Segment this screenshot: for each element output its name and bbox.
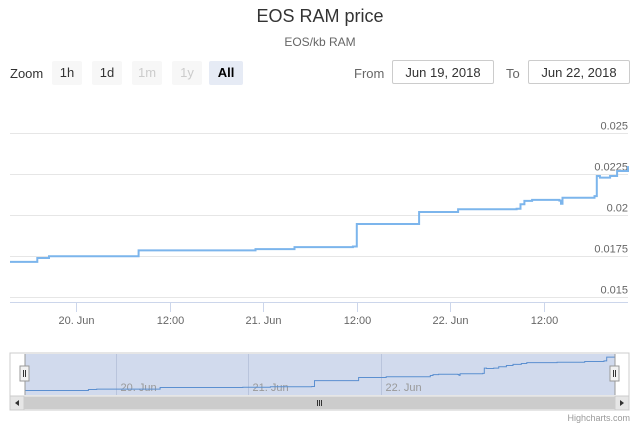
y-tick-label: 0.025 xyxy=(600,121,628,133)
chart-area: 0.0150.01750.020.02250.025 20. Jun 12:00 2… xyxy=(9,121,630,411)
y-tick-label: 0.02 xyxy=(607,203,628,215)
y-axis-ticks: 0.0150.01750.020.02250.025 xyxy=(594,121,628,297)
x-tick-label: 20. Jun xyxy=(58,315,94,327)
x-axis-ticks: 20. Jun 12:00 21. Jun 12:00 22. Jun 12:00 xyxy=(58,302,558,327)
navigator-right-handle[interactable] xyxy=(609,365,620,382)
y-tick-label: 0.0175 xyxy=(594,244,628,256)
x-tick-label: 22. Jun xyxy=(432,315,468,327)
navigator-left-handle[interactable] xyxy=(19,365,30,382)
y-tick-label: 0.015 xyxy=(600,285,628,297)
series-line xyxy=(10,166,629,263)
x-tick-label: 12:00 xyxy=(531,315,559,327)
x-tick-label: 21. Jun xyxy=(245,315,281,327)
x-tick-label: 12:00 xyxy=(344,315,372,327)
scroll-right-arrow[interactable] xyxy=(614,395,630,411)
navigator-tick-label: 22. Jun xyxy=(386,382,422,394)
navigator-tick-label: 21. Jun xyxy=(253,382,289,394)
credits-link[interactable]: Highcharts.com xyxy=(567,413,630,423)
x-tick-label: 12:00 xyxy=(157,315,185,327)
navigator-tick-label: 20. Jun xyxy=(121,382,157,394)
grid-lines xyxy=(10,133,628,303)
scroll-left-arrow[interactable] xyxy=(9,395,25,411)
